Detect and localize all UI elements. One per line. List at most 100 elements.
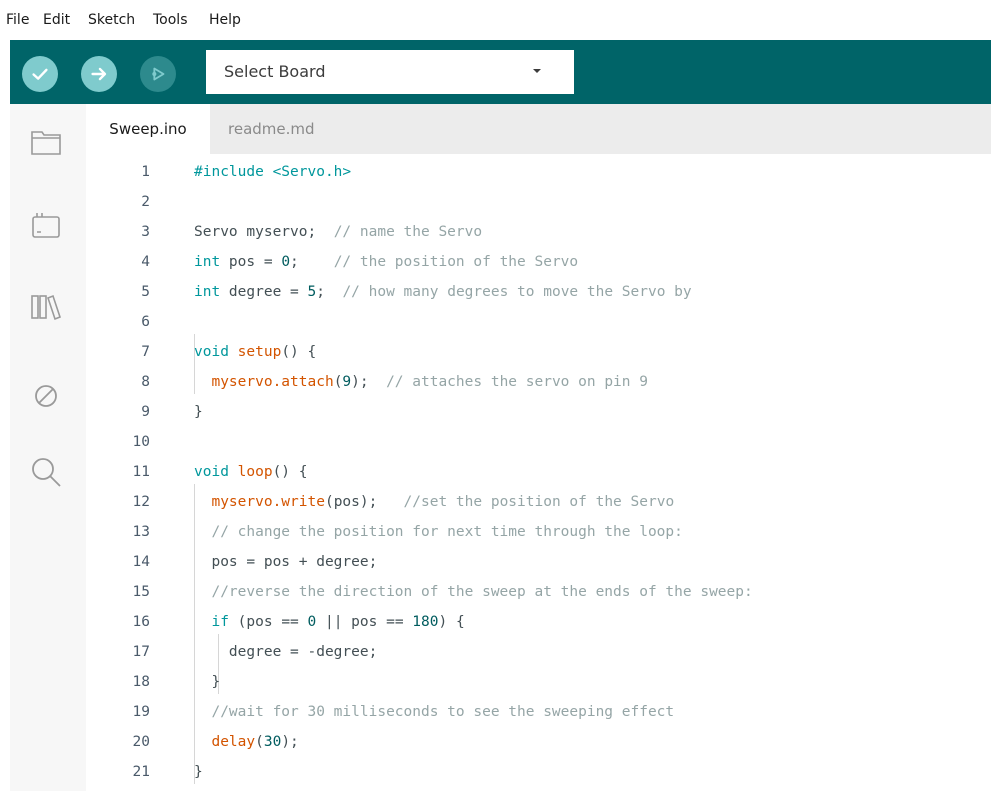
code-token: setup <box>237 344 282 360</box>
line-number: 21 <box>132 764 150 780</box>
code-token: // how many degrees to move the Servo by <box>342 284 692 300</box>
code-line: 12 myservo.write(pos); //set the positio… <box>86 488 991 518</box>
line-number: 9 <box>141 404 150 420</box>
code-text: int degree = 5; // how many degrees to m… <box>194 284 692 300</box>
search-icon <box>32 458 61 487</box>
line-number: 14 <box>132 554 150 570</box>
code-line: 11 void loop() { <box>86 458 991 488</box>
code-text: void loop() { <box>194 464 308 480</box>
debug-button[interactable] <box>140 56 176 92</box>
code-token: ( <box>255 734 264 750</box>
code-text: delay(30); <box>194 734 299 750</box>
code-line: 16 if (pos == 0 || pos == 180) { <box>86 608 991 638</box>
code-line: 6 <box>86 308 991 338</box>
chevron-down-icon <box>533 69 541 73</box>
code-line: 19 //wait for 30 milliseconds to see the… <box>86 698 991 728</box>
editor-tabs: Sweep.ino readme.md <box>86 104 991 154</box>
code-line: 18 } <box>86 668 991 698</box>
code-text: //wait for 30 milliseconds to see the sw… <box>194 704 674 720</box>
code-token: if <box>211 614 229 630</box>
code-token: ); <box>351 374 387 390</box>
code-text: } <box>194 404 203 420</box>
code-text: pos = pos + degree; <box>194 554 377 570</box>
sketchbook-button[interactable] <box>28 124 64 160</box>
menu-sketch[interactable]: Sketch <box>88 12 135 28</box>
line-number: 20 <box>132 734 150 750</box>
boards-manager-button[interactable] <box>28 208 64 244</box>
sketchbook-folder-icon <box>31 131 61 155</box>
board-select[interactable]: Select Board <box>206 50 574 94</box>
menu-edit[interactable]: Edit <box>43 12 70 28</box>
line-number: 19 <box>132 704 150 720</box>
code-line: 20 delay(30); <box>86 728 991 758</box>
code-token: ; <box>290 254 334 270</box>
code-token: 5 <box>307 284 317 300</box>
code-token: () { <box>272 464 308 480</box>
line-number: 13 <box>132 524 150 540</box>
boards-manager-icon <box>32 213 60 238</box>
verify-icon <box>32 68 48 80</box>
code-line: 10 <box>86 428 991 458</box>
line-number: 4 <box>141 254 150 270</box>
upload-button[interactable] <box>81 56 117 92</box>
code-line: 14 pos = pos + degree; <box>86 548 991 578</box>
code-text: #include <Servo.h> <box>194 164 351 180</box>
code-token: void <box>194 344 229 360</box>
debug-panel-button[interactable] <box>28 378 64 414</box>
upload-icon <box>91 67 107 81</box>
line-number: 1 <box>141 164 150 180</box>
code-token: int <box>194 284 221 300</box>
code-token: // attaches the servo on pin 9 <box>386 374 648 390</box>
code-token: degree = -degree; <box>194 644 378 660</box>
code-token: } <box>194 764 203 780</box>
code-token: void <box>194 464 229 480</box>
search-button[interactable] <box>28 454 64 490</box>
line-number: 10 <box>132 434 150 450</box>
code-line: 17 degree = -degree; <box>86 638 991 668</box>
library-manager-button[interactable] <box>28 288 64 324</box>
verify-button[interactable] <box>22 56 58 92</box>
code-token: 9 <box>342 374 352 390</box>
code-token: ; <box>316 284 343 300</box>
code-text: int pos = 0; // the position of the Serv… <box>194 254 578 270</box>
line-number: 15 <box>132 584 150 600</box>
code-editor[interactable]: 1 #include <Servo.h> 2 3 Servo myservo; // n… <box>86 154 991 791</box>
menu-help[interactable]: Help <box>209 12 241 28</box>
code-token: myservo.attach <box>211 374 334 390</box>
code-line: 13 // change the position for next time … <box>86 518 991 548</box>
code-line: 9} <box>86 398 991 428</box>
debug-icon <box>152 67 165 81</box>
code-token: #include <Servo.h> <box>194 164 352 180</box>
code-text: if (pos == 0 || pos == 180) { <box>194 614 464 630</box>
code-line: 3 Servo myservo; // name the Servo <box>86 218 991 248</box>
code-token: pos = pos + degree; <box>194 554 378 570</box>
tab-readme-md[interactable]: readme.md <box>228 104 315 154</box>
code-text: void setup() { <box>194 344 316 360</box>
code-text: } <box>194 764 203 780</box>
menu-bar: File Edit Sketch Tools Help <box>0 0 991 40</box>
tab-sweep-ino[interactable]: Sweep.ino <box>86 104 210 154</box>
code-token: 0 <box>281 254 291 270</box>
code-token: // the position of the Servo <box>333 254 579 270</box>
line-number: 3 <box>141 224 150 240</box>
code-token: } <box>194 674 221 690</box>
code-token: ); <box>281 734 299 750</box>
code-token: // change the position for next time thr… <box>211 524 683 540</box>
code-text: //reverse the direction of the sweep at … <box>194 584 752 600</box>
line-number: 8 <box>141 374 150 390</box>
line-number: 17 <box>132 644 150 660</box>
code-token: 30 <box>263 734 282 750</box>
code-line: 1 #include <Servo.h> <box>86 158 991 188</box>
line-number: 2 <box>141 194 150 210</box>
code-token: Servo myservo; <box>194 224 334 240</box>
menu-tools[interactable]: Tools <box>153 12 188 28</box>
menu-file[interactable]: File <box>6 12 29 28</box>
code-line: 4 int pos = 0; // the position of the Ser… <box>86 248 991 278</box>
code-line: 5 int degree = 5; // how many degrees to … <box>86 278 991 308</box>
